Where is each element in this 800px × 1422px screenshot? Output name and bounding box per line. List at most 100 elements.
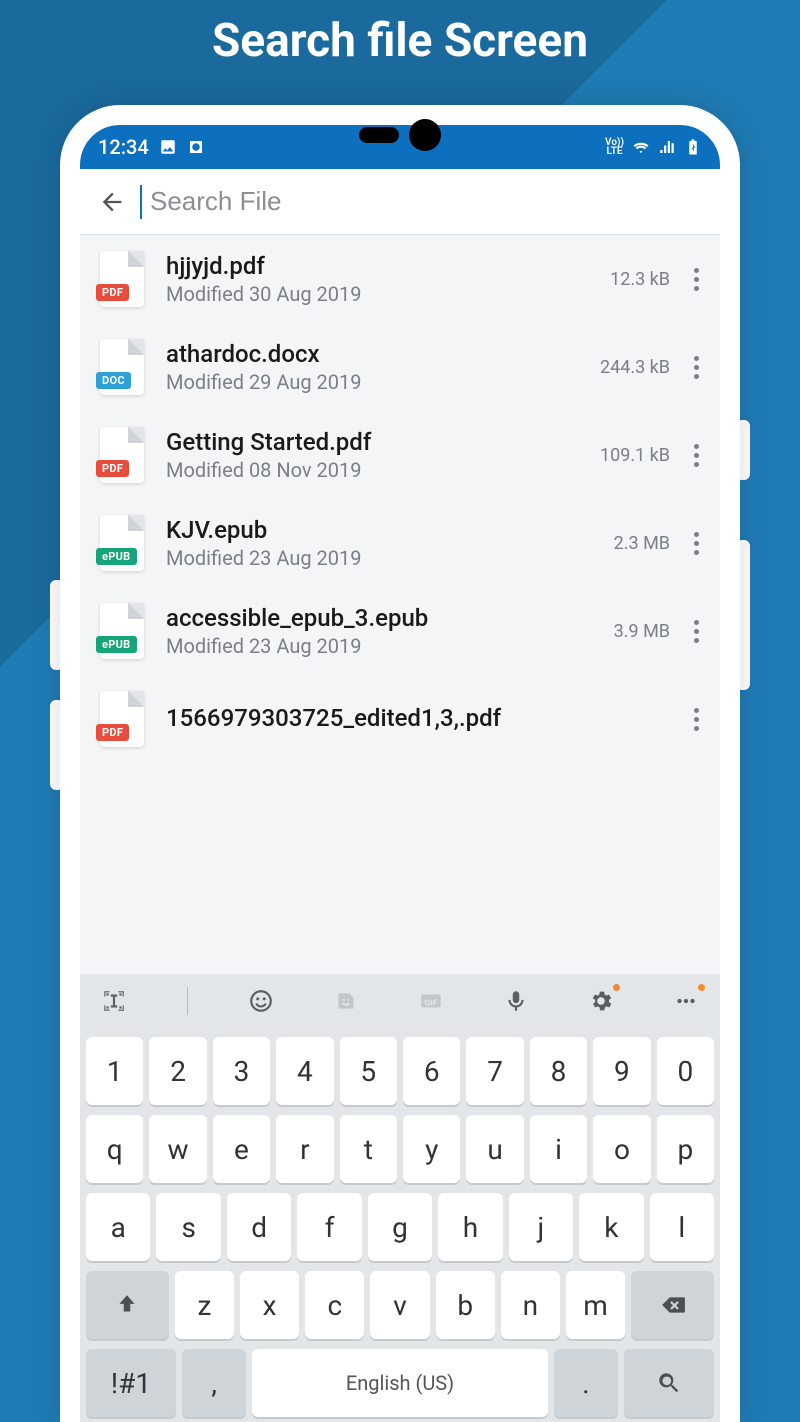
search-key[interactable] <box>624 1349 714 1417</box>
file-icon: PDF <box>96 689 148 749</box>
key-p[interactable]: p <box>657 1115 714 1183</box>
key-5[interactable]: 5 <box>340 1037 397 1105</box>
key-y[interactable]: y <box>403 1115 460 1183</box>
comma-key[interactable]: , <box>182 1349 246 1417</box>
key-l[interactable]: l <box>650 1193 714 1261</box>
file-row[interactable]: ePUB KJV.epub Modified 23 Aug 2019 2.3 M… <box>80 499 720 587</box>
file-size: 3.9 MB <box>614 621 670 642</box>
key-o[interactable]: o <box>593 1115 650 1183</box>
key-s[interactable]: s <box>156 1193 220 1261</box>
key-i[interactable]: i <box>530 1115 587 1183</box>
file-more-button[interactable] <box>684 350 708 385</box>
key-d[interactable]: d <box>227 1193 291 1261</box>
key-z[interactable]: z <box>175 1271 234 1339</box>
period-key[interactable]: . <box>554 1349 618 1417</box>
file-modified: Modified 23 Aug 2019 <box>166 546 614 570</box>
symbols-key[interactable]: !#1 <box>86 1349 176 1417</box>
file-name: KJV.epub <box>166 516 614 544</box>
key-h[interactable]: h <box>438 1193 502 1261</box>
image-icon <box>159 138 177 156</box>
key-b[interactable]: b <box>436 1271 495 1339</box>
file-name: accessible_epub_3.epub <box>166 604 614 632</box>
phone-frame: 12:34 Vo)) LTE <box>60 105 740 1422</box>
keyboard: GIF 1234567890 qwertyuiop asdfghjkl zxcvbnm <box>80 974 720 1422</box>
file-type-tag: PDF <box>96 284 129 301</box>
emoji-icon[interactable] <box>245 985 277 1017</box>
file-icon: ePUB <box>96 601 148 661</box>
space-key[interactable]: English (US) <box>252 1349 548 1417</box>
key-9[interactable]: 9 <box>593 1037 650 1105</box>
key-4[interactable]: 4 <box>276 1037 333 1105</box>
key-6[interactable]: 6 <box>403 1037 460 1105</box>
key-r[interactable]: r <box>276 1115 333 1183</box>
text-select-icon[interactable] <box>98 985 130 1017</box>
mic-icon[interactable] <box>500 985 532 1017</box>
file-size: 109.1 kB <box>600 445 670 466</box>
file-type-tag: ePUB <box>96 636 137 653</box>
file-row[interactable]: DOC athardoc.docx Modified 29 Aug 2019 2… <box>80 323 720 411</box>
file-list[interactable]: PDF hjjyjd.pdf Modified 30 Aug 2019 12.3… <box>80 235 720 974</box>
back-button[interactable] <box>94 184 130 220</box>
wifi-icon <box>632 138 650 156</box>
file-icon: DOC <box>96 337 148 397</box>
key-g[interactable]: g <box>368 1193 432 1261</box>
file-size: 244.3 kB <box>600 357 670 378</box>
search-input[interactable] <box>142 186 706 217</box>
key-2[interactable]: 2 <box>149 1037 206 1105</box>
file-row[interactable]: ePUB accessible_epub_3.epub Modified 23 … <box>80 587 720 675</box>
file-size: 2.3 MB <box>614 533 670 554</box>
file-more-button[interactable] <box>684 262 708 297</box>
key-f[interactable]: f <box>297 1193 361 1261</box>
key-q[interactable]: q <box>86 1115 143 1183</box>
settings-icon[interactable] <box>585 985 617 1017</box>
search-bar <box>80 169 720 235</box>
key-7[interactable]: 7 <box>466 1037 523 1105</box>
file-type-tag: DOC <box>96 372 131 389</box>
file-size: 12.3 kB <box>610 269 670 290</box>
file-icon: ePUB <box>96 513 148 573</box>
key-v[interactable]: v <box>370 1271 429 1339</box>
file-name: hjjyjd.pdf <box>166 252 610 280</box>
key-k[interactable]: k <box>579 1193 643 1261</box>
key-e[interactable]: e <box>213 1115 270 1183</box>
key-8[interactable]: 8 <box>530 1037 587 1105</box>
svg-text:GIF: GIF <box>424 998 437 1008</box>
file-type-tag: PDF <box>96 460 129 477</box>
shift-key[interactable] <box>86 1271 169 1339</box>
file-name: 1566979303725_edited1,3,.pdf <box>166 704 670 732</box>
status-time: 12:34 <box>98 135 149 159</box>
file-row[interactable]: PDF Getting Started.pdf Modified 08 Nov … <box>80 411 720 499</box>
key-n[interactable]: n <box>501 1271 560 1339</box>
file-name: athardoc.docx <box>166 340 600 368</box>
file-type-tag: ePUB <box>96 548 137 565</box>
file-modified: Modified 08 Nov 2019 <box>166 458 600 482</box>
key-1[interactable]: 1 <box>86 1037 143 1105</box>
file-row[interactable]: PDF 1566979303725_edited1,3,.pdf <box>80 675 720 763</box>
key-w[interactable]: w <box>149 1115 206 1183</box>
key-x[interactable]: x <box>240 1271 299 1339</box>
file-modified: Modified 29 Aug 2019 <box>166 370 600 394</box>
key-3[interactable]: 3 <box>213 1037 270 1105</box>
key-j[interactable]: j <box>509 1193 573 1261</box>
file-row[interactable]: PDF hjjyjd.pdf Modified 30 Aug 2019 12.3… <box>80 235 720 323</box>
file-more-button[interactable] <box>684 702 708 737</box>
file-more-button[interactable] <box>684 438 708 473</box>
backspace-key[interactable] <box>631 1271 714 1339</box>
key-m[interactable]: m <box>566 1271 625 1339</box>
file-type-tag: PDF <box>96 724 129 741</box>
file-more-button[interactable] <box>684 526 708 561</box>
volte-icon: Vo)) LTE <box>605 138 624 156</box>
sticker-icon[interactable] <box>330 985 362 1017</box>
signal-icon <box>658 138 676 156</box>
keyboard-toolbar: GIF <box>80 974 720 1028</box>
disc-icon <box>187 138 205 156</box>
key-a[interactable]: a <box>86 1193 150 1261</box>
key-t[interactable]: t <box>340 1115 397 1183</box>
key-u[interactable]: u <box>466 1115 523 1183</box>
promo-headline: Search file Screen <box>0 14 800 68</box>
gif-icon[interactable]: GIF <box>415 985 447 1017</box>
key-0[interactable]: 0 <box>657 1037 714 1105</box>
more-icon[interactable] <box>670 985 702 1017</box>
key-c[interactable]: c <box>305 1271 364 1339</box>
file-more-button[interactable] <box>684 614 708 649</box>
